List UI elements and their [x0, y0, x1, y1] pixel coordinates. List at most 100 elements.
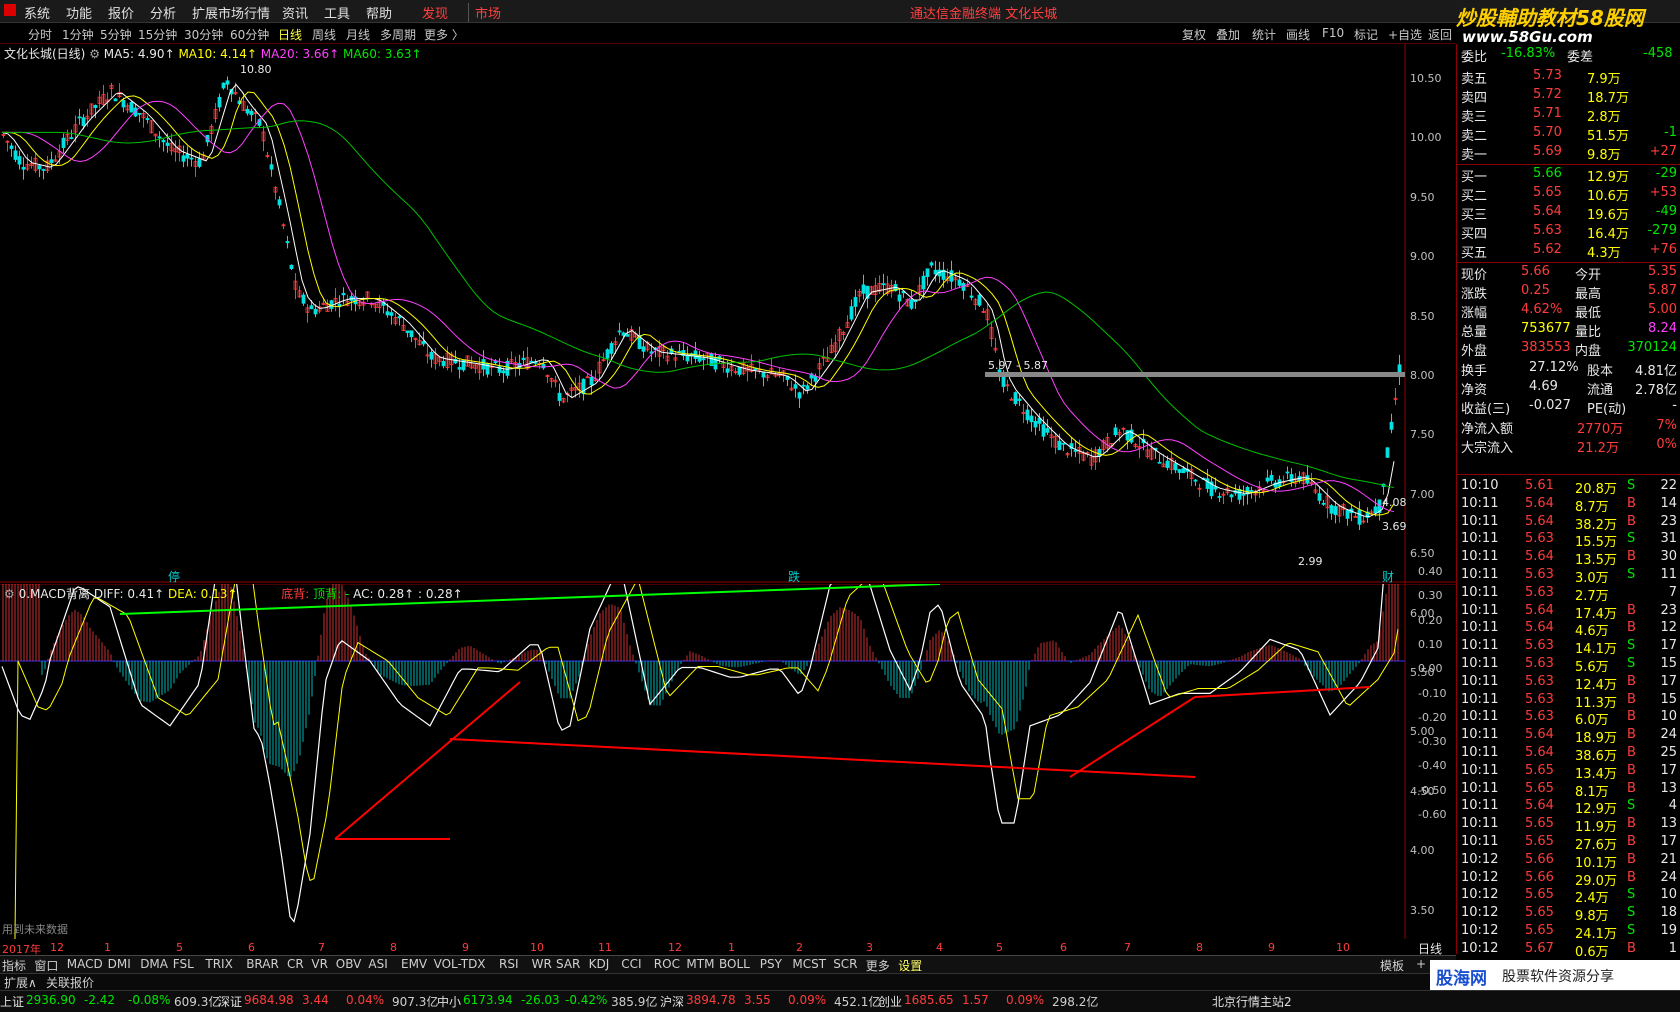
candle-body — [1317, 493, 1322, 501]
candle-body — [185, 153, 190, 159]
indicator-tab-wr[interactable]: WR — [532, 957, 552, 971]
indicator-tab-obv[interactable]: OBV — [336, 957, 362, 971]
period-30min[interactable]: 30分钟 — [184, 26, 223, 43]
candle-body — [17, 156, 22, 165]
indicator-tab-cr[interactable]: CR — [287, 957, 304, 971]
sell-price: 5.70 — [1533, 125, 1562, 140]
tool-adjust[interactable]: 复权 — [1182, 26, 1206, 43]
tool-draw[interactable]: 画线 — [1286, 26, 1310, 43]
tool-overlay[interactable]: 叠加 — [1216, 26, 1240, 43]
divider — [1457, 164, 1680, 165]
candle-body — [77, 116, 82, 119]
stat2-label: 收益(三) — [1461, 402, 1511, 417]
stat-value: 5.00 — [1648, 302, 1677, 317]
candle-body — [157, 136, 162, 139]
stat-label: 外盘 — [1461, 344, 1488, 359]
event-mark-halt[interactable]: 停 — [168, 568, 180, 585]
tick-price: 5.65 — [1525, 762, 1554, 778]
indicator-tab-kdj[interactable]: KDJ — [589, 957, 610, 971]
indicator-tab-mcst[interactable]: MCST — [792, 957, 826, 971]
index-name[interactable]: 沪深 — [660, 993, 684, 1010]
indicator-tab-brar[interactable]: BRAR — [246, 957, 279, 971]
menu-ext-market[interactable]: 扩展市场行情 — [192, 3, 270, 22]
indicator-tab-设置[interactable]: 设置 — [898, 957, 922, 974]
period-minute[interactable]: 分时 — [28, 26, 52, 43]
indicator-tab-trix[interactable]: TRIX — [205, 957, 232, 971]
buy-change: -279 — [1647, 223, 1677, 238]
period-multi[interactable]: 多周期 — [380, 26, 416, 43]
indicator-tab-dmi[interactable]: DMI — [108, 957, 131, 971]
menu-function[interactable]: 功能 — [66, 3, 92, 22]
indicator-tab-boll[interactable]: BOLL — [719, 957, 750, 971]
period-weekly[interactable]: 周线 — [312, 26, 336, 43]
legend-gear-icon[interactable]: ⚙ — [89, 47, 100, 61]
tick-price: 5.64 — [1525, 602, 1554, 618]
candle-body — [1157, 461, 1162, 464]
tick-count: 11 — [1660, 567, 1677, 582]
indicator-tab-rsi[interactable]: RSI — [499, 957, 519, 971]
bottom-brand-slogan: 股票软件资源分享 — [1502, 969, 1614, 985]
menu-analysis[interactable]: 分析 — [150, 3, 176, 22]
indicator-tab-指标[interactable]: 指标 — [2, 957, 26, 974]
menu-discover[interactable]: 发现 — [422, 3, 448, 22]
indicator-tab-sar[interactable]: SAR — [556, 957, 580, 971]
menu-quote[interactable]: 报价 — [108, 3, 134, 22]
period-15min[interactable]: 15分钟 — [138, 26, 177, 43]
tool-stats[interactable]: 统计 — [1252, 26, 1276, 43]
tool-add-watch[interactable]: +自选 — [1388, 26, 1422, 43]
period-monthly[interactable]: 月线 — [346, 26, 370, 43]
tick-side: B — [1627, 940, 1636, 956]
stat-label: 最低 — [1575, 306, 1602, 321]
indicator-tab-roc[interactable]: ROC — [654, 957, 680, 971]
indicator-tab-窗口[interactable]: 窗口 — [34, 957, 58, 974]
event-mark-finance[interactable]: 财 — [1382, 568, 1394, 585]
period-60min[interactable]: 60分钟 — [230, 26, 269, 43]
index-name[interactable]: 创业 — [878, 993, 902, 1010]
indicator-tab-vr[interactable]: VR — [311, 957, 328, 971]
indicator-tab-psy[interactable]: PSY — [760, 957, 782, 971]
indicator-tab-cci[interactable]: CCI — [621, 957, 641, 971]
add-indicator-button[interactable]: + — [1416, 957, 1426, 971]
tool-back[interactable]: 返回 — [1428, 26, 1452, 43]
menu-market[interactable]: 市场 — [468, 3, 501, 22]
template-button[interactable]: 模板 — [1380, 957, 1404, 974]
tick-side: B — [1627, 513, 1636, 529]
indicator-tab-scr[interactable]: SCR — [833, 957, 857, 971]
indicator-tab-emv[interactable]: EMV — [401, 957, 427, 971]
tab-related-quote[interactable]: 关联报价 — [46, 974, 94, 991]
tick-time: 10:11 — [1461, 762, 1499, 778]
indicator-tab-mtm[interactable]: MTM — [686, 957, 714, 971]
menu-news[interactable]: 资讯 — [282, 3, 308, 22]
indicator-tab-更多[interactable]: 更多 — [866, 957, 890, 974]
macd-chart[interactable] — [0, 584, 1456, 939]
indicator-tab-vol-tdx[interactable]: VOL-TDX — [434, 957, 486, 971]
candle-body — [145, 118, 150, 121]
candle-body — [621, 332, 626, 336]
index-name[interactable]: 深证 — [218, 993, 242, 1010]
menu-help[interactable]: 帮助 — [366, 3, 392, 22]
menu-system[interactable]: 系统 — [24, 3, 50, 22]
period-more[interactable]: 更多 〉 — [424, 26, 464, 43]
indicator-tab-dma[interactable]: DMA — [140, 957, 168, 971]
period-daily[interactable]: 日线 — [278, 26, 302, 43]
tool-f10[interactable]: F10 — [1322, 26, 1344, 40]
period-5min[interactable]: 5分钟 — [100, 26, 132, 43]
index-name[interactable]: 中小 — [437, 993, 461, 1010]
macd-gear-icon[interactable]: ⚙ — [4, 587, 15, 601]
period-1min[interactable]: 1分钟 — [62, 26, 94, 43]
tick-count: 7 — [1668, 584, 1677, 600]
indicator-tab-fsl[interactable]: FSL — [173, 957, 194, 971]
indicator-tab-macd[interactable]: MACD — [67, 957, 103, 971]
event-mark-fall[interactable]: 跌 — [788, 568, 800, 585]
buy-volume: 12.9万 — [1587, 170, 1629, 185]
stat2-label: 净资 — [1461, 383, 1488, 398]
index-name[interactable]: 上证 — [0, 993, 24, 1010]
tab-expand[interactable]: 扩展∧ — [4, 974, 37, 991]
sell-volume: 18.7万 — [1587, 91, 1629, 106]
menu-tools[interactable]: 工具 — [324, 3, 350, 22]
indicator-tab-asi[interactable]: ASI — [368, 957, 387, 971]
tick-side: B — [1627, 673, 1636, 689]
tool-mark[interactable]: 标记 — [1354, 26, 1378, 43]
sell-change: +27 — [1649, 144, 1677, 159]
kline-chart[interactable] — [0, 44, 1456, 584]
